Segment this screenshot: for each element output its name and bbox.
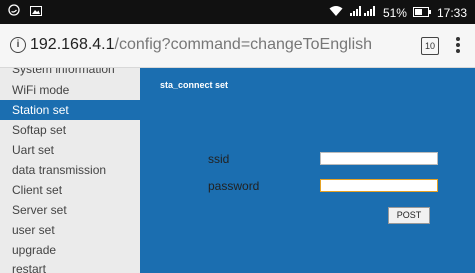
sidebar-item-upgrade[interactable]: upgrade — [0, 240, 140, 260]
ssid-field[interactable] — [320, 152, 438, 165]
app-notification-icon — [8, 4, 20, 19]
sidebar-item-wifi-mode[interactable]: WiFi mode — [0, 80, 140, 100]
battery-percent: 51% — [382, 5, 407, 20]
url-host: 192.168.4.1 — [30, 36, 115, 53]
url-path: /config?command=changeToEnglish — [114, 36, 373, 53]
status-bar: 51% 17:33 — [0, 0, 475, 24]
wifi-icon — [329, 5, 343, 20]
ssid-label: ssid — [208, 152, 230, 166]
tab-switcher-button[interactable]: 10 — [421, 37, 439, 55]
sidebar-item-system-information[interactable]: System information — [0, 68, 140, 79]
sidebar-item-restart[interactable]: restart — [0, 259, 140, 273]
post-button[interactable]: POST — [388, 207, 430, 224]
station-set-panel: sta_connect set ssid password POST — [140, 68, 475, 273]
password-label: password — [208, 179, 260, 193]
sidebar-item-softap-set[interactable]: Softap set — [0, 120, 140, 140]
image-notification-icon — [30, 5, 42, 19]
info-icon[interactable]: i — [10, 37, 26, 53]
sidebar-item-user-set[interactable]: user set — [0, 220, 140, 240]
sidebar-item-server-set[interactable]: Server set — [0, 200, 140, 220]
sidebar: System information WiFi mode Station set… — [0, 68, 140, 273]
sidebar-item-uart-set[interactable]: Uart set — [0, 140, 140, 160]
password-field[interactable] — [320, 179, 438, 192]
browser-toolbar: i 192.168.4.1/config?command=changeToEng… — [0, 24, 475, 68]
more-menu-icon[interactable] — [455, 36, 461, 56]
panel-title: sta_connect set — [160, 80, 229, 90]
address-bar[interactable]: i 192.168.4.1/config?command=changeToEng… — [10, 36, 372, 54]
sidebar-item-station-set[interactable]: Station set — [0, 100, 140, 120]
sidebar-item-client-set[interactable]: Client set — [0, 180, 140, 200]
signal-icon — [349, 5, 377, 20]
clock: 17:33 — [436, 5, 467, 20]
sidebar-item-data-transmission[interactable]: data transmission — [0, 160, 140, 180]
battery-icon — [412, 6, 431, 20]
